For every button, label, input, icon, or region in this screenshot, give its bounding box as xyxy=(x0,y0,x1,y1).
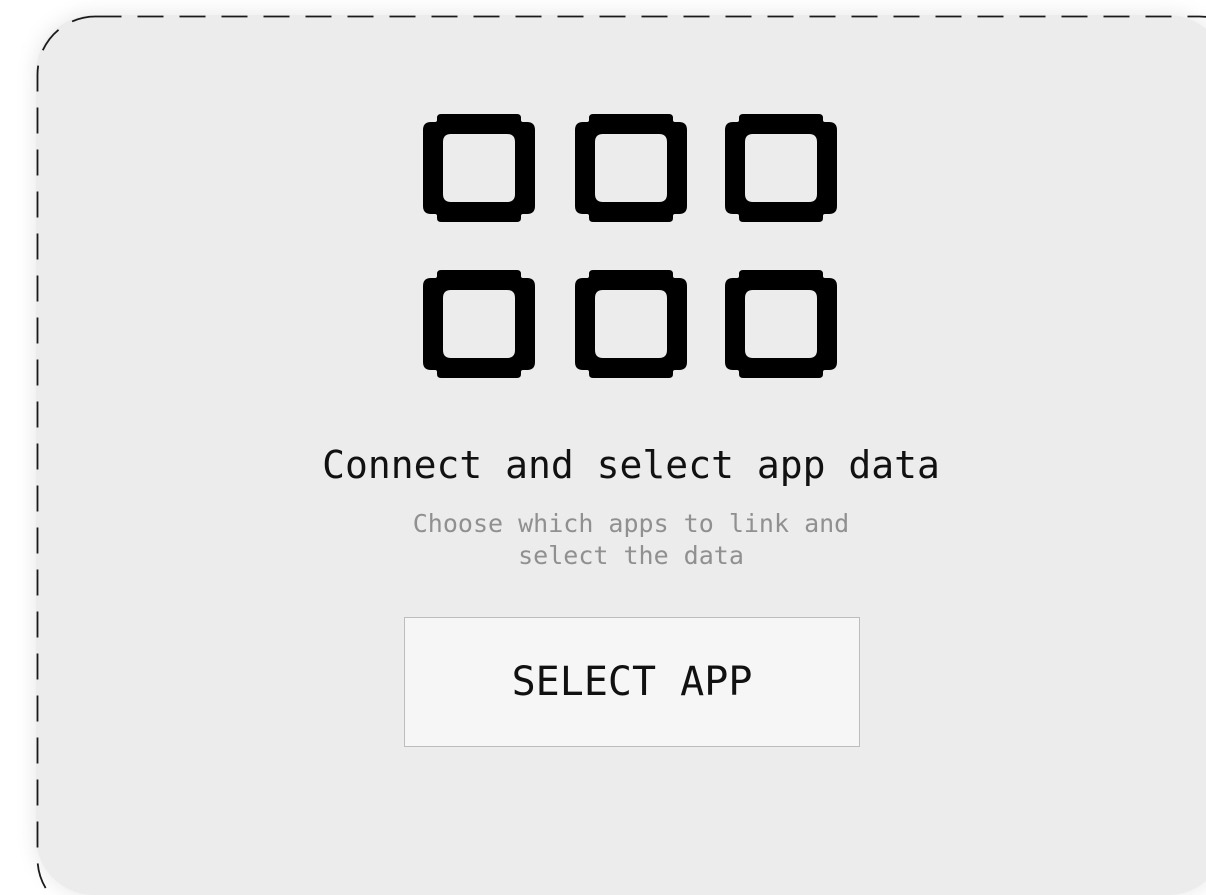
app-tile-icon xyxy=(725,270,837,378)
select-app-button[interactable]: SELECT APP xyxy=(404,617,860,747)
app-tile-icon xyxy=(575,114,687,222)
app-grid-icon xyxy=(419,110,843,386)
app-tile-icon xyxy=(423,114,535,222)
app-tile-icon xyxy=(725,114,837,222)
app-tile-icon xyxy=(423,270,535,378)
app-tile-icon xyxy=(575,270,687,378)
subtitle-line: Choose which apps to link and xyxy=(0,508,1206,540)
empty-state-title: Connect and select app data xyxy=(0,443,1206,487)
empty-state-subtitle: Choose which apps to link and select the… xyxy=(0,508,1206,572)
subtitle-line: select the data xyxy=(0,540,1206,572)
